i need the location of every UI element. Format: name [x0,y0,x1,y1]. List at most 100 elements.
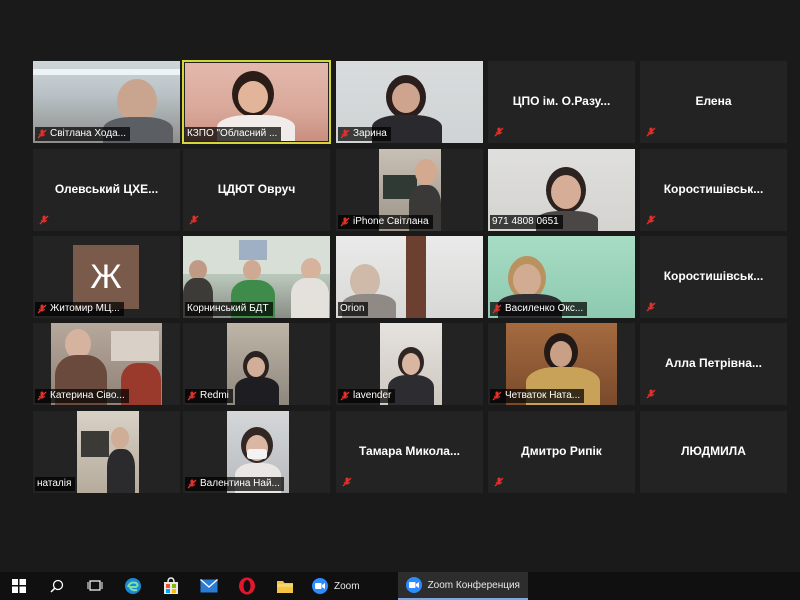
muted-mic-icon [37,304,47,314]
participant-name-label: Валентина Най... [185,477,284,491]
participant-name-label: Redmi [185,389,233,403]
participant-tile[interactable]: lavender [336,323,483,405]
participant-tile[interactable]: Олевський ЦХЕ... [33,149,180,231]
participant-name: Елена [695,94,732,108]
edge-icon[interactable] [114,572,152,600]
zoom-app-label: Zoom [334,580,360,592]
participant-name: Коростишівськ... [663,269,764,283]
muted-mic-icon [340,129,350,139]
participant-tile[interactable]: ЛЮДМИЛА [640,411,787,493]
participant-tile[interactable]: 971 4808 0651 [488,149,635,231]
participant-name: iPhone Світлана [353,216,429,227]
participant-tile[interactable]: Ж Житомир МЦ... [33,236,180,318]
participant-name-label: Світлана Хода... [35,127,131,141]
muted-mic-icon [37,391,47,401]
participant-name: Корнинський БДТ [187,303,269,314]
participant-tile[interactable]: Orion [336,236,483,318]
participant-tile[interactable]: Redmi [183,323,330,405]
muted-mic-icon [494,477,504,487]
participant-tile[interactable]: ЦПО ім. О.Разу... [488,61,635,143]
participant-tile[interactable]: iPhone Світлана [336,149,483,231]
muted-mic-icon [340,217,350,227]
participant-name-label: 971 4808 0651 [490,215,563,229]
participant-tile[interactable]: Тамара Микола... [336,411,483,493]
participant-name: Четваток Ната... [505,390,581,401]
muted-mic-icon [342,477,352,487]
participant-tile[interactable]: Корнинський БДТ [183,236,330,318]
muted-mic-icon [340,391,350,401]
participant-name: ЦДЮТ Овруч [217,182,296,196]
participant-video [227,323,289,405]
participant-name: Світлана Хода... [50,128,127,139]
zoom-meeting-button[interactable]: Zoom Конференция [397,572,528,600]
participant-name: lavender [353,390,392,401]
windows-taskbar: Zoom Zoom Конференция [0,572,800,600]
participant-name: Василенко Окс... [505,303,584,314]
avatar: Ж [73,245,139,309]
mail-icon[interactable] [190,572,228,600]
participant-tile[interactable]: Катерина Сіво... [33,323,180,405]
zoom-app-button[interactable]: Zoom [304,572,368,600]
participant-tile[interactable]: ЦДЮТ Овруч [183,149,330,231]
participant-name: ЛЮДМИЛА [681,444,746,458]
participant-tile-active-speaker[interactable]: КЗПО "Обласний ... [182,60,331,144]
participant-name: Тамара Микола... [359,444,460,458]
participant-name-label: Корнинський БДТ [185,302,273,316]
participant-name: КЗПО "Обласний ... [187,128,278,139]
participant-name: 971 4808 0651 [492,216,559,227]
participant-name: Валентина Най... [200,478,280,489]
muted-mic-icon [492,304,502,314]
zoom-icon [312,578,328,594]
participant-tile[interactable]: Алла Петрівна... [640,323,787,405]
participant-name: Катерина Сіво... [50,390,125,401]
participant-name-label: Четваток Ната... [490,389,585,403]
participant-name: Зарина [353,128,387,139]
participant-name: Коростишівськ... [663,182,764,196]
participant-name: Дмитро Рипік [521,444,602,458]
file-explorer-icon[interactable] [266,572,304,600]
participant-name-label: iPhone Світлана [338,215,433,229]
participant-tile[interactable]: наталія [33,411,180,493]
participant-name-label: Катерина Сіво... [35,389,129,403]
participant-tile[interactable]: Дмитро Рипік [488,411,635,493]
zoom-icon [405,577,422,593]
participant-tile[interactable]: Василенко Окс... [488,236,635,318]
muted-mic-icon [646,389,656,399]
muted-mic-icon [646,215,656,225]
participant-name-label: Житомир МЦ... [35,302,124,316]
muted-mic-icon [492,391,502,401]
participant-name-label: Зарина [338,127,391,141]
participant-name-label: Василенко Окс... [490,302,588,316]
participant-video [77,411,139,493]
participant-name: Orion [340,303,365,314]
search-icon[interactable] [38,572,76,600]
participant-name: ЦПО ім. О.Разу... [512,94,611,108]
participant-tile[interactable]: Елена [640,61,787,143]
muted-mic-icon [187,391,197,401]
participant-tile[interactable]: Зарина [336,61,483,143]
participant-name: наталія [37,478,72,489]
muted-mic-icon [646,302,656,312]
muted-mic-icon [494,127,504,137]
participant-name-label: КЗПО "Обласний ... [185,127,282,141]
participant-name: Алла Петрівна... [665,356,762,370]
participant-tile[interactable]: Валентина Най... [183,411,330,493]
participant-tile[interactable]: Світлана Хода... [33,61,180,143]
participant-tile[interactable]: Четваток Ната... [488,323,635,405]
muted-mic-icon [646,127,656,137]
muted-mic-icon [187,479,197,489]
muted-mic-icon [37,129,47,139]
participant-name-label: lavender [338,389,396,403]
muted-mic-icon [189,215,199,225]
participant-name: Redmi [200,390,229,401]
participant-name: Олевський ЦХЕ... [54,182,159,196]
participant-tile[interactable]: Коростишівськ... [640,236,787,318]
participant-tile[interactable]: Коростишівськ... [640,149,787,231]
windows-start-icon[interactable] [0,572,38,600]
task-view-icon[interactable] [76,572,114,600]
store-icon[interactable] [152,572,190,600]
zoom-meeting-label: Zoom Конференция [427,579,520,591]
muted-mic-icon [39,215,49,225]
opera-icon[interactable] [228,572,266,600]
participant-name-label: наталія [35,477,76,491]
